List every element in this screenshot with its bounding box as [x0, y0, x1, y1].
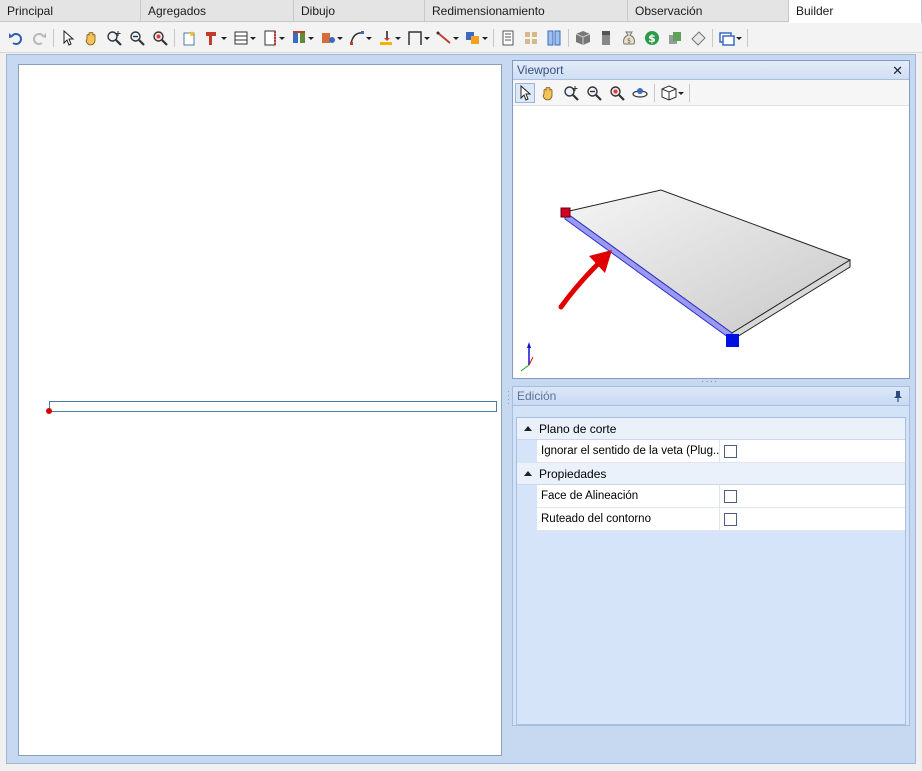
zoom-extents-icon[interactable] — [104, 28, 124, 48]
property-name: Ignorar el sentido de la veta (Plug... — [537, 440, 720, 462]
ribbon-tabs: Principal Agregados Dibujo Redimensionam… — [0, 0, 922, 23]
viewport-header: Viewport ✕ — [513, 61, 909, 80]
property-name: Face de Alineación — [537, 485, 720, 507]
hinge-icon[interactable] — [318, 28, 344, 48]
edicion-title: Edición — [517, 389, 557, 403]
shelf-icon[interactable] — [231, 28, 257, 48]
curve-icon[interactable] — [347, 28, 373, 48]
material-icon[interactable] — [665, 28, 685, 48]
property-row[interactable]: Face de Alineación — [537, 485, 905, 508]
category-label: Plano de corte — [539, 422, 617, 436]
property-name: Ruteado del contorno — [537, 508, 720, 530]
toolbar-separator — [174, 28, 175, 47]
toolbar-separator — [493, 28, 494, 47]
workspace-frame: · · · · Viewport ✕ ···· Edición Plano de… — [6, 54, 916, 764]
ignorar-veta-checkbox[interactable] — [724, 444, 737, 458]
tab-redimensionamiento[interactable]: Redimensionamiento — [425, 0, 628, 22]
pan-icon[interactable] — [81, 28, 101, 48]
property-row[interactable]: Ignorar el sentido de la veta (Plug... — [537, 440, 905, 463]
close-icon[interactable]: ✕ — [892, 61, 903, 80]
handle-red[interactable] — [560, 207, 571, 218]
toolbar-separator — [53, 28, 54, 47]
tool-icon[interactable] — [202, 28, 228, 48]
chevron-up-icon[interactable] — [524, 426, 532, 431]
zoom-extents-icon[interactable] — [561, 83, 581, 103]
zoom-window-icon[interactable] — [150, 28, 170, 48]
horizontal-splitter[interactable]: ···· — [701, 377, 718, 387]
property-grid: Plano de corte Ignorar el sentido de la … — [516, 417, 906, 725]
property-row[interactable]: Ruteado del contorno — [537, 508, 905, 531]
tab-principal[interactable]: Principal — [0, 0, 141, 22]
zoom-out-icon[interactable] — [127, 28, 147, 48]
svg-text:$: $ — [648, 32, 656, 45]
handle-blue[interactable] — [726, 334, 739, 347]
edicion-header: Edición — [513, 387, 909, 406]
edge-band-icon[interactable] — [289, 28, 315, 48]
redo-icon[interactable] — [29, 28, 49, 48]
door-icon[interactable] — [260, 28, 286, 48]
toolbar-separator — [712, 28, 713, 47]
main-toolbar: $ $ — [0, 23, 922, 53]
label-icon[interactable] — [688, 28, 708, 48]
split-icon[interactable] — [544, 28, 564, 48]
pan-icon[interactable] — [538, 83, 558, 103]
pin-icon[interactable] — [893, 390, 903, 402]
tab-builder[interactable]: Builder — [789, 0, 922, 23]
dollar-icon[interactable]: $ — [642, 28, 662, 48]
panel-icon[interactable] — [596, 28, 616, 48]
axis-gizmo — [520, 342, 534, 372]
edicion-panel: Edición Plano de corte Ignorar el sentid… — [512, 386, 910, 726]
ruteado-contorno-checkbox[interactable] — [724, 512, 737, 526]
category-plano-de-corte[interactable]: Plano de corte — [517, 418, 905, 440]
money-bag-icon[interactable]: $ — [619, 28, 639, 48]
panel-origin-point[interactable] — [46, 408, 52, 414]
zoom-out-icon[interactable] — [584, 83, 604, 103]
vertical-splitter[interactable]: · · · · — [507, 388, 511, 410]
viewport-title: Viewport — [517, 63, 564, 77]
face-alineacion-checkbox[interactable] — [724, 489, 737, 503]
undo-icon[interactable] — [6, 28, 26, 48]
toolbar-separator — [747, 28, 748, 47]
toolbar-separator — [568, 28, 569, 47]
category-label: Propiedades — [539, 467, 607, 481]
chevron-up-icon[interactable] — [524, 471, 532, 476]
tab-agregados[interactable]: Agregados — [141, 0, 294, 22]
cube-view-icon[interactable] — [659, 83, 685, 103]
select-icon[interactable] — [58, 28, 78, 48]
new-sketch-icon[interactable] — [179, 28, 199, 48]
box-icon[interactable] — [573, 28, 593, 48]
toolbar-separator — [689, 83, 690, 102]
drill-icon[interactable] — [376, 28, 402, 48]
viewport-toolbar — [513, 80, 909, 106]
svg-text:$: $ — [627, 37, 631, 44]
category-propiedades[interactable]: Propiedades — [517, 463, 905, 485]
toolbar-separator — [654, 83, 655, 102]
viewport-panel: Viewport ✕ — [512, 60, 910, 379]
copy-icon[interactable] — [463, 28, 489, 48]
grid-icon[interactable] — [521, 28, 541, 48]
orbit-icon[interactable] — [630, 83, 650, 103]
window-icon[interactable] — [717, 28, 743, 48]
zoom-window-icon[interactable] — [607, 83, 627, 103]
3d-scene[interactable] — [513, 107, 909, 379]
select-icon[interactable] — [515, 82, 535, 103]
tab-dibujo[interactable]: Dibujo — [294, 0, 425, 22]
panel-top-view[interactable] — [49, 401, 497, 412]
drawing-canvas[interactable] — [18, 64, 502, 756]
report-icon[interactable] — [498, 28, 518, 48]
frame-icon[interactable] — [405, 28, 431, 48]
line-icon[interactable] — [434, 28, 460, 48]
tab-observacion[interactable]: Observación — [628, 0, 789, 22]
